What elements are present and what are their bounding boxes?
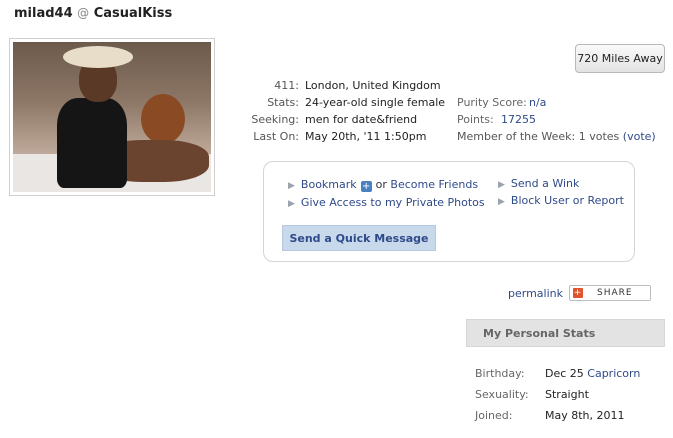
private-photos-row: ▶ Give Access to my Private Photos	[288, 196, 485, 209]
send-wink-link[interactable]: Send a Wink	[511, 177, 579, 190]
site-name[interactable]: CasualKiss	[94, 6, 173, 21]
birthday-label: Birthday:	[475, 367, 525, 380]
points-value[interactable]: 17255	[501, 113, 536, 126]
triangle-bullet-icon: ▶	[498, 197, 505, 207]
photo-teddy-bear	[141, 94, 185, 144]
vote-link[interactable]: vote	[627, 130, 651, 143]
info-label-stats: Stats:	[267, 96, 299, 109]
info-value-411: London, United Kingdom	[305, 79, 441, 92]
triangle-bullet-icon: ▶	[498, 180, 505, 190]
at-symbol: @	[77, 6, 90, 20]
purity-score-value[interactable]: n/a	[529, 96, 546, 109]
sexuality-label: Sexuality:	[475, 388, 529, 401]
send-quick-message-button[interactable]: Send a Quick Message	[282, 225, 436, 251]
photo-hat	[63, 46, 133, 68]
purity-score-label: Purity Score:	[457, 96, 527, 109]
send-wink-row: ▶ Send a Wink	[498, 177, 579, 190]
info-value-last-on: May 20th, '11 1:50pm	[305, 130, 427, 143]
share-icon: +	[573, 288, 583, 298]
joined-label: Joined:	[475, 409, 513, 422]
permalink-link[interactable]: permalink	[508, 287, 563, 300]
photo-body	[57, 98, 127, 188]
distance-button[interactable]: 720 Miles Away	[575, 44, 665, 73]
points-label: Points:	[457, 113, 494, 126]
sexuality-value: Straight	[545, 388, 589, 401]
or-text-2: or	[572, 194, 585, 207]
birthday-value: Dec 25 Capricorn	[545, 367, 640, 380]
bookmark-action-row: ▶ Bookmark + or Become Friends	[288, 178, 478, 192]
profile-photo-image	[13, 42, 211, 192]
actions-panel: ▶ Bookmark + or Become Friends ▶ Give Access…	[263, 161, 635, 262]
report-link[interactable]: Report	[588, 194, 624, 207]
zodiac-link[interactable]: Capricorn	[587, 367, 640, 380]
share-button[interactable]: + SHARE	[569, 285, 651, 301]
info-value-seeking: men for date&friend	[305, 113, 418, 126]
personal-stats-header: My Personal Stats	[466, 319, 665, 347]
info-value-stats: 24-year-old single female	[305, 96, 446, 109]
profile-title: milad44 @ CasualKiss	[14, 6, 172, 21]
member-of-week-label: Member of the Week:	[457, 130, 576, 143]
block-report-row: ▶ Block User or Report	[498, 194, 624, 207]
plus-icon[interactable]: +	[360, 181, 372, 192]
triangle-bullet-icon: ▶	[288, 181, 295, 191]
or-text: or	[375, 178, 387, 191]
info-label-seeking: Seeking:	[251, 113, 299, 126]
private-photos-link[interactable]: Give Access to my Private Photos	[301, 196, 485, 209]
bookmark-link[interactable]: Bookmark	[301, 178, 357, 191]
triangle-bullet-icon: ▶	[288, 199, 295, 209]
block-user-link[interactable]: Block User	[511, 194, 569, 207]
username[interactable]: milad44	[14, 6, 73, 21]
member-of-week: Member of the Week: 1 votes (vote)	[457, 130, 656, 143]
info-label-411: 411:	[274, 79, 299, 92]
joined-value: May 8th, 2011	[545, 409, 625, 422]
profile-photo[interactable]	[9, 38, 215, 196]
member-of-week-votes: 1 votes	[578, 130, 620, 143]
share-label: SHARE	[597, 288, 633, 298]
birthday-date: Dec 25	[545, 367, 584, 380]
become-friends-link[interactable]: Become Friends	[390, 178, 478, 191]
info-label-last-on: Last On:	[253, 130, 299, 143]
